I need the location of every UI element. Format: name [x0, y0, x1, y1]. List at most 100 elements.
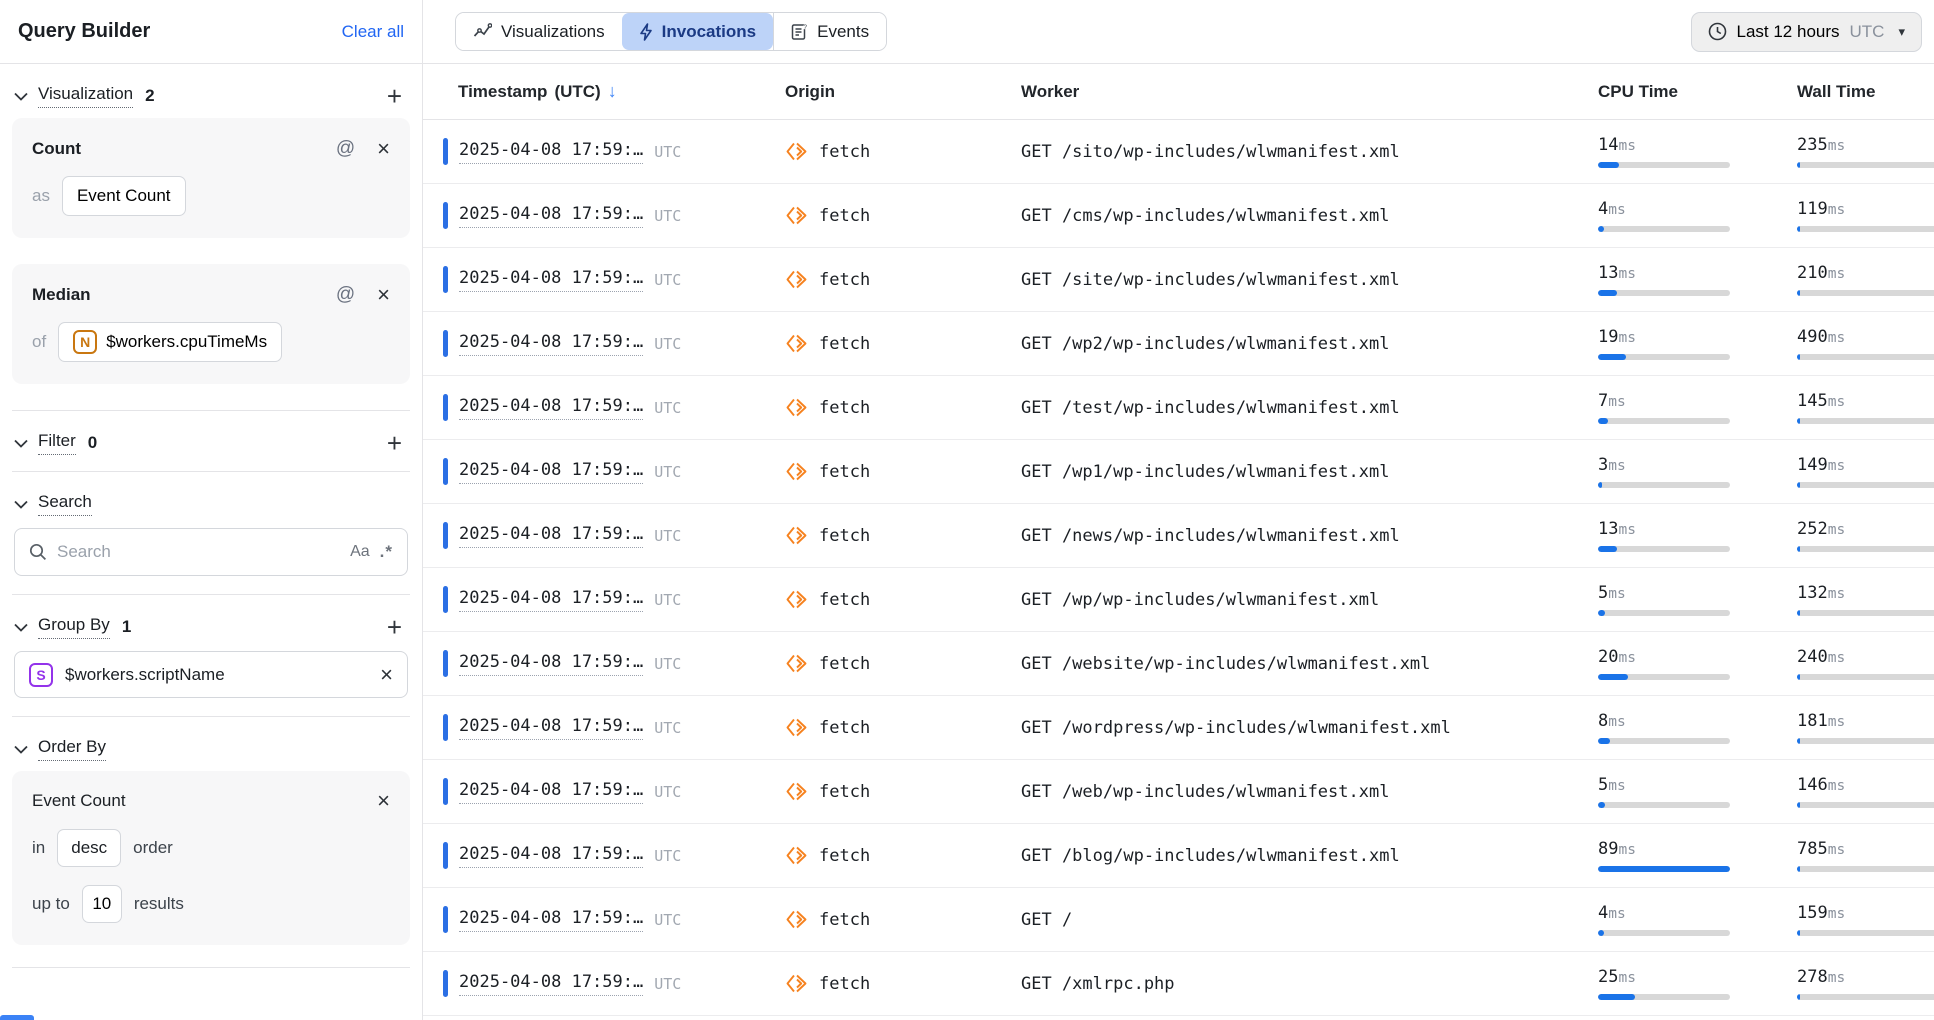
wall-time-unit: ms	[1828, 458, 1845, 474]
chevron-down-icon	[14, 500, 28, 509]
visualization-section-header[interactable]: Visualization 2 +	[12, 80, 410, 118]
of-label: of	[32, 332, 46, 352]
at-mention-icon[interactable]: @	[336, 138, 355, 160]
order-by-section-header[interactable]: Order By	[12, 733, 410, 771]
sort-direction-button[interactable]: desc	[57, 829, 121, 867]
timestamp-value[interactable]: 2025-04-08 17:59:…	[459, 652, 643, 676]
table-row[interactable]: 2025-04-08 17:59:… UTC fetch GET /news/w…	[423, 504, 1934, 568]
wall-time-bar	[1797, 994, 1934, 1000]
median-field-button[interactable]: N $workers.cpuTimeMs	[58, 322, 282, 362]
origin-value: fetch	[819, 334, 870, 354]
tab-visualizations[interactable]: Visualizations	[456, 13, 622, 50]
col-timestamp[interactable]: Timestamp	[458, 82, 547, 102]
wall-time-bar	[1797, 738, 1934, 744]
cpu-time-unit: ms	[1608, 202, 1625, 218]
wall-time-bar	[1797, 930, 1934, 936]
table-row[interactable]: 2025-04-08 17:59:… UTC fetch GET /wp1/wp…	[423, 440, 1934, 504]
table-row[interactable]: 2025-04-08 17:59:… UTC fetch GET /site/w…	[423, 248, 1934, 312]
match-case-icon[interactable]: Aa	[350, 543, 370, 561]
timestamp-value[interactable]: 2025-04-08 17:59:…	[459, 460, 643, 484]
group-by-field-label: $workers.scriptName	[65, 665, 225, 685]
table-row[interactable]: 2025-04-08 17:59:… UTC fetch GET /websit…	[423, 632, 1934, 696]
timestamp-timezone: UTC	[654, 911, 681, 929]
table-row[interactable]: 2025-04-08 17:59:… UTC fetch GET /wp2/wp…	[423, 312, 1934, 376]
timestamp-value[interactable]: 2025-04-08 17:59:…	[459, 716, 643, 740]
wall-time-bar	[1797, 418, 1934, 424]
order-by-label: Order By	[38, 737, 106, 761]
search-label: Search	[38, 492, 92, 516]
add-group-by-button[interactable]: +	[381, 617, 408, 637]
close-icon[interactable]: ×	[377, 792, 390, 810]
limit-input[interactable]	[87, 894, 117, 914]
count-card-title: Count	[32, 139, 81, 159]
col-origin[interactable]: Origin	[785, 82, 1021, 102]
group-by-section-header[interactable]: Group By 1 +	[12, 611, 410, 649]
col-cpu-time[interactable]: CPU Time	[1598, 82, 1797, 102]
worker-request: GET /sito/wp-includes/wlwmanifest.xml	[1021, 142, 1598, 162]
at-mention-icon[interactable]: @	[336, 284, 355, 306]
wall-time-unit: ms	[1828, 842, 1845, 858]
cpu-time-value: 13	[1598, 519, 1618, 539]
timestamp-value[interactable]: 2025-04-08 17:59:…	[459, 908, 643, 932]
regex-icon[interactable]: .*	[380, 542, 393, 562]
timestamp-value[interactable]: 2025-04-08 17:59:…	[459, 396, 643, 420]
line-chart-icon	[473, 23, 492, 40]
close-icon[interactable]: ×	[377, 140, 390, 158]
timestamp-value[interactable]: 2025-04-08 17:59:…	[459, 268, 643, 292]
tab-invocations[interactable]: Invocations	[622, 13, 773, 50]
timestamp-value[interactable]: 2025-04-08 17:59:…	[459, 332, 643, 356]
group-by-item[interactable]: S $workers.scriptName ×	[14, 651, 408, 698]
add-filter-button[interactable]: +	[381, 433, 408, 453]
timestamp-value[interactable]: 2025-04-08 17:59:…	[459, 844, 643, 868]
wall-time-bar	[1797, 546, 1934, 552]
timestamp-value[interactable]: 2025-04-08 17:59:…	[459, 588, 643, 612]
close-icon[interactable]: ×	[380, 666, 393, 684]
cpu-time-unit: ms	[1618, 970, 1635, 986]
table-header: Timestamp (UTC) ↓ Origin Worker CPU Time…	[423, 64, 1934, 120]
col-worker[interactable]: Worker	[1021, 82, 1598, 102]
add-visualization-button[interactable]: +	[381, 86, 408, 106]
query-builder-sidebar: Query Builder Clear all Visualization 2 …	[0, 0, 423, 1020]
wall-time-value: 235	[1797, 135, 1828, 155]
time-range-selector[interactable]: Last 12 hours UTC ▾	[1691, 12, 1923, 52]
search-input[interactable]	[57, 542, 340, 562]
wall-time-bar	[1797, 290, 1934, 296]
timestamp-value[interactable]: 2025-04-08 17:59:…	[459, 140, 643, 164]
timestamp-value[interactable]: 2025-04-08 17:59:…	[459, 972, 643, 996]
table-row[interactable]: 2025-04-08 17:59:… UTC fetch GET /wp/wp-…	[423, 568, 1934, 632]
col-wall-time[interactable]: Wall Time	[1797, 82, 1934, 102]
origin-value: fetch	[819, 846, 870, 866]
table-row[interactable]: 2025-04-08 17:59:… UTC fetch GET /test/w…	[423, 376, 1934, 440]
table-row[interactable]: 2025-04-08 17:59:… UTC fetch GET /sito/w…	[423, 120, 1934, 184]
table-row[interactable]: 2025-04-08 17:59:… UTC fetch GET /cms/wp…	[423, 184, 1934, 248]
tab-events[interactable]: ? Events	[773, 13, 886, 50]
table-row[interactable]: 2025-04-08 17:59:… UTC fetch GET /xmlrpc…	[423, 952, 1934, 1016]
table-row[interactable]: 2025-04-08 17:59:… UTC fetch GET /wordpr…	[423, 696, 1934, 760]
cpu-time-unit: ms	[1608, 394, 1625, 410]
sort-descending-icon[interactable]: ↓	[608, 81, 617, 102]
timestamp-value[interactable]: 2025-04-08 17:59:…	[459, 204, 643, 228]
timestamp-value[interactable]: 2025-04-08 17:59:…	[459, 524, 643, 548]
clear-all-link[interactable]: Clear all	[342, 22, 404, 42]
search-box: Aa .*	[14, 528, 408, 576]
cpu-time-unit: ms	[1618, 330, 1635, 346]
timestamp-value[interactable]: 2025-04-08 17:59:…	[459, 780, 643, 804]
close-icon[interactable]: ×	[377, 286, 390, 304]
scrolled-button-stub[interactable]	[0, 1015, 34, 1020]
cpu-time-unit: ms	[1608, 906, 1625, 922]
group-by-section: Group By 1 + S $workers.scriptName ×	[0, 595, 422, 717]
filter-section-header[interactable]: Filter 0 +	[12, 427, 410, 465]
table-row[interactable]: 2025-04-08 17:59:… UTC fetch GET / 4 ms …	[423, 888, 1934, 952]
worker-request: GET /wp/wp-includes/wlwmanifest.xml	[1021, 590, 1598, 610]
tab-label: Visualizations	[501, 22, 605, 42]
worker-request: GET /web/wp-includes/wlwmanifest.xml	[1021, 782, 1598, 802]
fetch-origin-icon	[785, 844, 808, 867]
fetch-origin-icon	[785, 652, 808, 675]
wall-time-unit: ms	[1828, 586, 1845, 602]
wall-time-value: 159	[1797, 903, 1828, 923]
fetch-origin-icon	[785, 972, 808, 995]
table-row[interactable]: 2025-04-08 17:59:… UTC fetch GET /blog/w…	[423, 824, 1934, 888]
table-row[interactable]: 2025-04-08 17:59:… UTC fetch GET /web/wp…	[423, 760, 1934, 824]
event-count-alias-button[interactable]: Event Count	[62, 176, 186, 216]
search-section-header[interactable]: Search	[12, 488, 410, 526]
